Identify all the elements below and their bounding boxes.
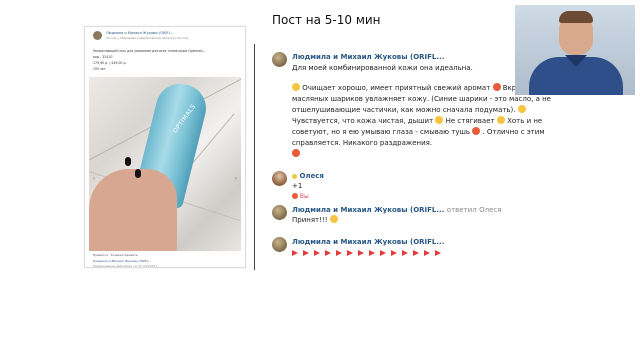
- comment-author[interactable]: Людмила и Михаил Жуковы (ORIFL... ответи…: [292, 206, 502, 214]
- post-text-line: код - 32410: [93, 55, 113, 59]
- flag-icon: [369, 250, 375, 256]
- comment-line: масляных шариков увлажняет кожу. (Синие …: [292, 95, 551, 103]
- emoji-icon: [472, 127, 481, 135]
- post-text-line: 155 зет: [93, 67, 106, 71]
- flag-icon: [314, 250, 320, 256]
- comment-line: справляется. Никакого раздражения.: [292, 139, 433, 147]
- flag-icon: [325, 250, 331, 256]
- post-card: Людмила и Михаил Жуковы (ORIFL... 16 ноя…: [84, 26, 246, 268]
- emoji-icon: [329, 215, 338, 223]
- comment-author[interactable]: Олеся: [292, 172, 324, 180]
- product-photo[interactable]: OPTIMALS ‹ ›: [89, 77, 241, 251]
- presenter-video: [515, 5, 635, 95]
- post-header: Людмила и Михаил Жуковы (ORIFL... 16 ноя…: [93, 31, 243, 47]
- avatar[interactable]: [272, 237, 287, 252]
- photo-prev-icon[interactable]: ‹: [90, 175, 98, 183]
- flag-icon: [402, 250, 408, 256]
- flag-icon: [391, 250, 397, 256]
- nail: [125, 157, 131, 166]
- comment-text: +1: [292, 182, 303, 190]
- heart-icon: [292, 193, 298, 199]
- comment-line: советуют, но я ею умываю глаза - смываю …: [292, 127, 545, 136]
- comment-line: Чувствуется, что кожа чистая, дышит Не с…: [292, 116, 543, 125]
- comment-author[interactable]: Людмила и Михаил Жуковы (ORIFL...: [292, 53, 444, 61]
- star-icon: [435, 116, 444, 124]
- avatar[interactable]: [272, 171, 287, 186]
- thumbs-up-icon: [292, 83, 300, 91]
- hundred-icon: [292, 149, 300, 157]
- comment-author[interactable]: Людмила и Михаил Жуковы (ORIFL...: [292, 238, 444, 246]
- flag-icon: [424, 250, 430, 256]
- post-footer-author[interactable]: Людмила и Михаил Жуковы (ORIFL...: [93, 259, 151, 263]
- flag-icon: [358, 250, 364, 256]
- post-footer-note: Предложение действует по 27.10.2019 г.: [93, 264, 159, 268]
- slide-title: Пост на 5-10 мин: [272, 13, 381, 27]
- avatar[interactable]: [272, 52, 287, 67]
- flag-icon: [336, 250, 342, 256]
- flag-icon: [303, 250, 309, 256]
- emoji-icon: [292, 174, 297, 179]
- post-location: 16 ноя. | Меридиан (Свердловская область…: [106, 36, 189, 40]
- avatar[interactable]: [272, 205, 287, 220]
- emoji-icon: [496, 116, 505, 124]
- flag-icon: [292, 250, 298, 256]
- post-text-line: Увлажняющий гель для умывания для всех т…: [93, 49, 206, 53]
- comment-line: Очищает хорошо, имеет приятный свежий ар…: [292, 83, 538, 94]
- like-button[interactable]: Вы: [292, 193, 309, 200]
- post-author[interactable]: Людмила и Михаил Жуковы (ORIFL...: [106, 31, 174, 35]
- comment-line: отшелушивающие частички, как можно снача…: [292, 105, 526, 116]
- flag-icon: [380, 250, 386, 256]
- avatar[interactable]: [93, 31, 102, 40]
- flag-icon: [413, 250, 419, 256]
- comment-line: [292, 149, 300, 160]
- flag-icon: [435, 250, 441, 256]
- post-actions[interactable]: Нравится · Комментировать: [93, 253, 138, 257]
- product-brand: OPTIMALS: [171, 102, 198, 135]
- comment-line: Для моей комбинированной кожи она идеаль…: [292, 64, 473, 72]
- comment-text: Принят!!!: [292, 215, 338, 226]
- nail: [135, 169, 141, 178]
- emoji-icon: [517, 105, 526, 113]
- divider: [254, 44, 255, 270]
- flag-icon: [347, 250, 353, 256]
- post-text-line: 179,90 р. / 449,00 р.: [93, 61, 127, 65]
- hand-image: [89, 169, 177, 251]
- photo-next-icon[interactable]: ›: [232, 175, 240, 183]
- emoji-icon: [492, 83, 501, 91]
- flags-row: [292, 248, 446, 259]
